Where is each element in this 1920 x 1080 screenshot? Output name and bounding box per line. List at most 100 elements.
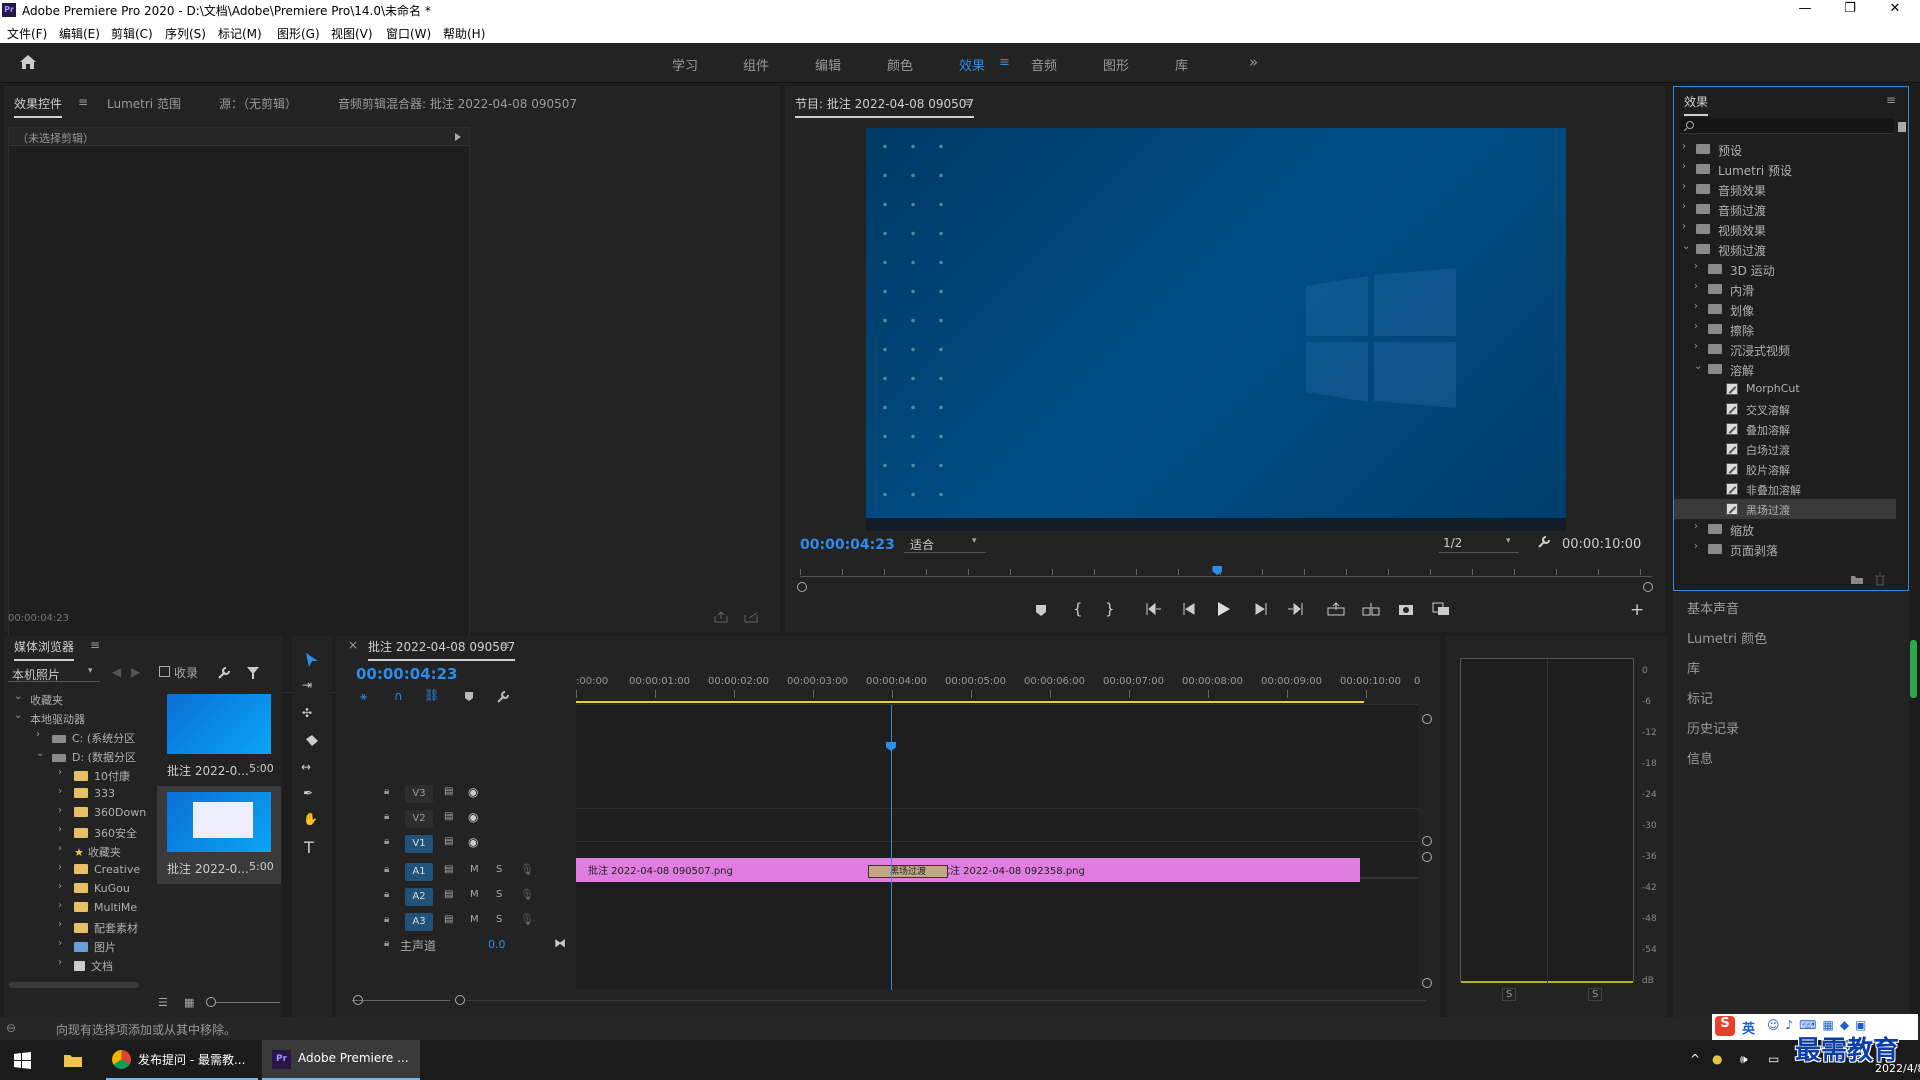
lock-icon[interactable]: 🔒︎ [384, 889, 389, 900]
linked-selection-icon[interactable]: ⛓ [424, 688, 439, 702]
sync-lock-icon[interactable]: ▤ [444, 836, 453, 847]
effects-menu-icon[interactable]: ≡ [1886, 93, 1896, 107]
sync-lock-icon[interactable]: ▤ [444, 811, 453, 822]
mute-button[interactable]: M [470, 889, 479, 900]
hscroll-handle-left[interactable] [353, 995, 363, 1005]
work-area-bar[interactable] [576, 701, 1364, 703]
track-target-label[interactable]: A1 [405, 863, 433, 881]
zoom-slider-handle[interactable] [206, 997, 216, 1007]
export-frame-icon[interactable] [714, 611, 728, 623]
quality-dropdown[interactable]: 1/2 ▾ [1439, 535, 1519, 553]
tab-effect-controls[interactable]: 效果控件 [14, 95, 63, 118]
solo-right-button[interactable]: S [1588, 988, 1603, 1001]
effect-item[interactable]: 交叉溶解 [1674, 399, 1896, 419]
selection-tool-icon[interactable] [305, 652, 319, 668]
lock-icon[interactable]: 🔒︎ [384, 864, 389, 875]
chevron-down-icon[interactable]: ⌄ [36, 748, 44, 759]
chevron-right-icon[interactable]: › [1682, 201, 1686, 212]
media-tree-item[interactable]: › Creative [8, 861, 148, 881]
zoom-handle-left[interactable] [797, 582, 807, 592]
effect-item[interactable]: MorphCut [1674, 379, 1896, 399]
menu-graphics[interactable]: 图形(G) [277, 25, 320, 42]
comparison-view-icon[interactable] [1432, 602, 1450, 616]
lock-icon[interactable]: 🔒︎ [384, 836, 389, 847]
mute-button[interactable]: M [470, 864, 479, 875]
track-target-label[interactable]: V3 [405, 785, 433, 803]
track-area[interactable]: 批注 2022-04-08 090507.png 批注 2022-04-08 0… [576, 704, 1418, 990]
close-window-button[interactable]: ✕ [1881, 1, 1909, 16]
ripple-edit-tool-icon[interactable]: ✣ [302, 706, 312, 720]
program-menu-icon[interactable]: ≡ [963, 95, 973, 109]
workspace-audio[interactable]: 音频 [1031, 55, 1057, 74]
clip-v1-2[interactable]: 批注 2022-04-08 092358.png [928, 858, 1360, 882]
mic-icon[interactable]: 🎙︎ [520, 888, 534, 901]
solo-left-button[interactable]: S [1502, 988, 1517, 1001]
step-forward-icon[interactable] [1254, 602, 1268, 616]
pen-tool-icon[interactable]: ✒ [303, 786, 313, 800]
track-target-label[interactable]: A2 [405, 888, 433, 906]
chevron-right-icon[interactable]: › [1682, 141, 1686, 152]
eye-icon[interactable]: ◉ [468, 785, 478, 799]
home-icon[interactable] [19, 54, 37, 70]
media-tree-item[interactable]: › ★ 收藏夹 [8, 842, 148, 862]
chevron-right-icon[interactable]: › [58, 805, 62, 816]
lock-icon[interactable]: 🔒︎ [384, 786, 389, 797]
filter-icon[interactable] [246, 666, 260, 680]
tray-app-icon[interactable]: ● [1712, 1052, 1722, 1066]
chevron-down-icon[interactable]: ⌄ [14, 710, 22, 721]
effect-folder[interactable]: › 缩放 [1674, 519, 1896, 539]
track-target-label[interactable]: V1 [405, 835, 433, 853]
hscroll-handle-right[interactable] [455, 995, 465, 1005]
location-dropdown[interactable]: 本机照片 ▾ [8, 664, 100, 682]
tray-chevron-icon[interactable]: ^ [1690, 1052, 1700, 1066]
ime-mode[interactable]: 英 [1742, 1018, 1755, 1037]
chevron-right-icon[interactable]: › [58, 957, 62, 968]
chevron-down-icon[interactable]: ⌄ [1682, 241, 1690, 252]
workspace-assembly[interactable]: 组件 [743, 55, 769, 74]
chevron-right-icon[interactable]: › [1694, 281, 1698, 292]
maximize-button[interactable]: ❐ [1836, 1, 1864, 16]
vscroll-handle-mid[interactable] [1422, 836, 1432, 846]
media-tree-item[interactable]: › 360安全 [8, 823, 148, 843]
share-icon[interactable] [744, 611, 758, 623]
workspace-color[interactable]: 颜色 [887, 55, 913, 74]
mark-out-icon[interactable]: } [1105, 600, 1115, 618]
zoom-slider[interactable] [210, 1002, 280, 1003]
new-folder-icon[interactable] [1850, 574, 1864, 585]
workspace-editing[interactable]: 编辑 [815, 55, 841, 74]
close-sequence-icon[interactable]: × [348, 638, 358, 652]
program-scrubber[interactable] [800, 566, 1652, 580]
chevron-right-icon[interactable]: › [58, 862, 62, 873]
menu-marker[interactable]: 标记(M) [218, 25, 262, 42]
extract-icon[interactable] [1362, 602, 1380, 616]
solo-button[interactable]: S [496, 914, 502, 925]
mark-in-icon[interactable]: { [1073, 600, 1083, 618]
razor-tool-icon[interactable] [304, 734, 320, 748]
chevron-right-icon[interactable]: › [58, 881, 62, 892]
volume-icon[interactable]: 🕪 [1740, 1052, 1748, 1067]
effect-folder[interactable]: › 页面剥落 [1674, 539, 1896, 559]
wrench-icon[interactable] [1537, 535, 1551, 549]
vscroll-handle-audio[interactable] [1422, 852, 1432, 862]
nav-back-icon[interactable]: ◀ [112, 665, 121, 679]
chevron-right-icon[interactable]: › [1694, 341, 1698, 352]
tree-horizontal-scrollbar[interactable] [9, 982, 139, 988]
media-tree-item[interactable]: › KuGou [8, 880, 148, 900]
effect-folder[interactable]: › 内滑 [1674, 279, 1896, 299]
effect-folder[interactable]: ⌄ 溶解 [1674, 359, 1896, 379]
collect-checkbox[interactable] [159, 666, 170, 677]
sequence-tab[interactable]: 批注 2022-04-08 090507 [368, 638, 516, 661]
media-tree-item[interactable]: › MultiMe [8, 899, 148, 919]
media-thumb-2[interactable]: 批注 2022-0... 5:00 [157, 786, 281, 884]
chevron-right-icon[interactable]: › [58, 843, 62, 854]
network-icon[interactable]: ▭ [1768, 1052, 1779, 1066]
play-arrow-icon[interactable] [455, 133, 461, 141]
add-button-icon[interactable]: + [1630, 600, 1644, 620]
media-tree-item[interactable]: ⌄ 本地驱动器 [8, 709, 148, 729]
effect-folder[interactable]: › 擦除 [1674, 319, 1896, 339]
menu-edit[interactable]: 编辑(E) [59, 25, 100, 42]
effects-search-input[interactable] [1680, 118, 1894, 134]
chevron-right-icon[interactable]: › [1694, 261, 1698, 272]
add-marker-icon[interactable] [464, 691, 474, 702]
menu-file[interactable]: 文件(F) [7, 25, 47, 42]
